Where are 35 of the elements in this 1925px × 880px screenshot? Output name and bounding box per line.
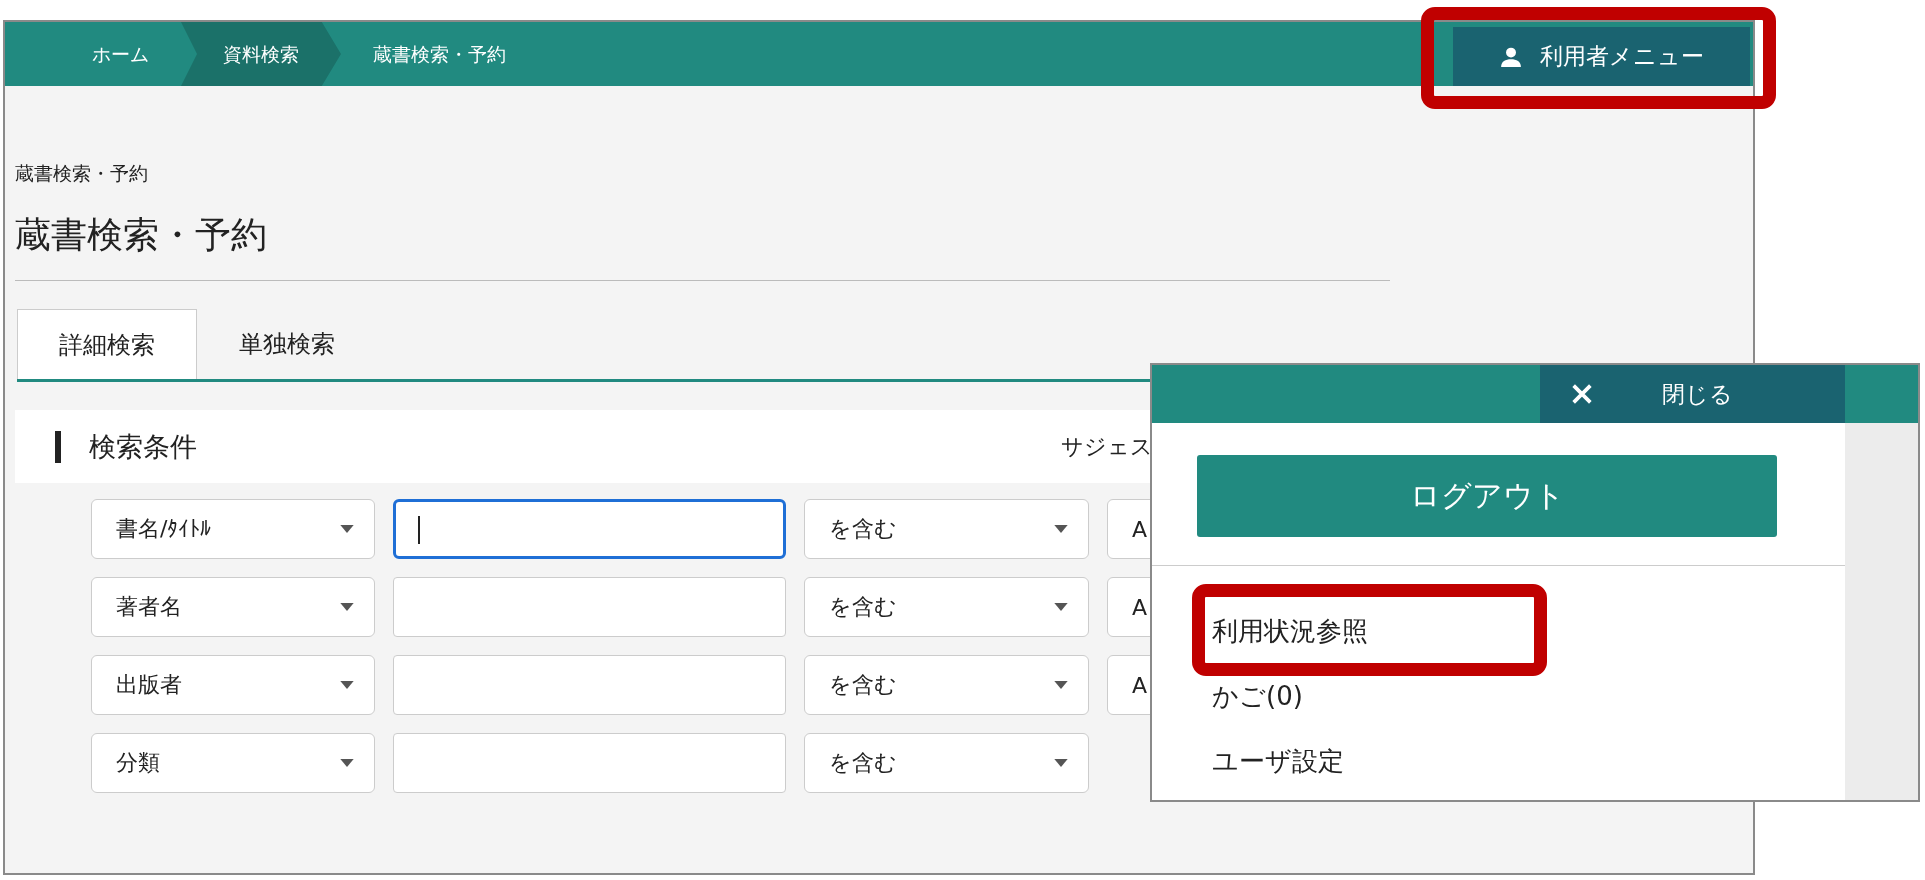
caret-icon [1054, 681, 1068, 689]
caret-icon [1054, 525, 1068, 533]
person-icon [1499, 45, 1522, 68]
tab[interactable]: 詳細検索 [17, 309, 197, 379]
breadcrumb-link[interactable]: 資料検索 [181, 22, 341, 86]
menu-item[interactable]: 利用状況参照 [1212, 614, 1368, 649]
caret-icon [340, 759, 354, 767]
breadcrumb-heading: 蔵書検索・予約 [15, 161, 149, 186]
field-select[interactable]: 著者名 [91, 577, 375, 637]
close-button[interactable]: 閉じる [1540, 365, 1845, 423]
field-select[interactable]: 書名/ﾀｲﾄﾙ [91, 499, 375, 559]
user-menu-button[interactable]: 利用者メニュー [1453, 27, 1750, 86]
operator-select[interactable]: を含む [804, 499, 1089, 559]
field-select[interactable]: 分類 [91, 733, 375, 793]
caret-icon [340, 603, 354, 611]
close-icon [1572, 384, 1592, 404]
field-select[interactable]: 出版者 [91, 655, 375, 715]
page-title: 蔵書検索・予約 [15, 211, 1390, 281]
caret-icon [1054, 759, 1068, 767]
tab[interactable]: 単独検索 [197, 309, 377, 379]
caret-icon [1054, 603, 1068, 611]
caret-icon [340, 525, 354, 533]
breadcrumb-link[interactable]: 蔵書検索・予約 [341, 22, 538, 86]
menu-item[interactable]: かご(0) [1212, 679, 1303, 714]
suggest-label: サジェス [1061, 432, 1153, 461]
operator-select[interactable]: を含む [804, 577, 1089, 637]
caret-icon [340, 681, 354, 689]
operator-select[interactable]: を含む [804, 733, 1089, 793]
logout-button[interactable]: ログアウト [1197, 455, 1777, 537]
input-field[interactable] [393, 499, 786, 559]
breadcrumb-link[interactable]: ホーム [60, 22, 181, 86]
panel-heading: 検索条件 [89, 429, 197, 464]
heading-bar-icon [55, 430, 61, 463]
menu-item[interactable]: ユーザ設定 [1212, 744, 1344, 779]
operator-select[interactable]: を含む [804, 655, 1089, 715]
